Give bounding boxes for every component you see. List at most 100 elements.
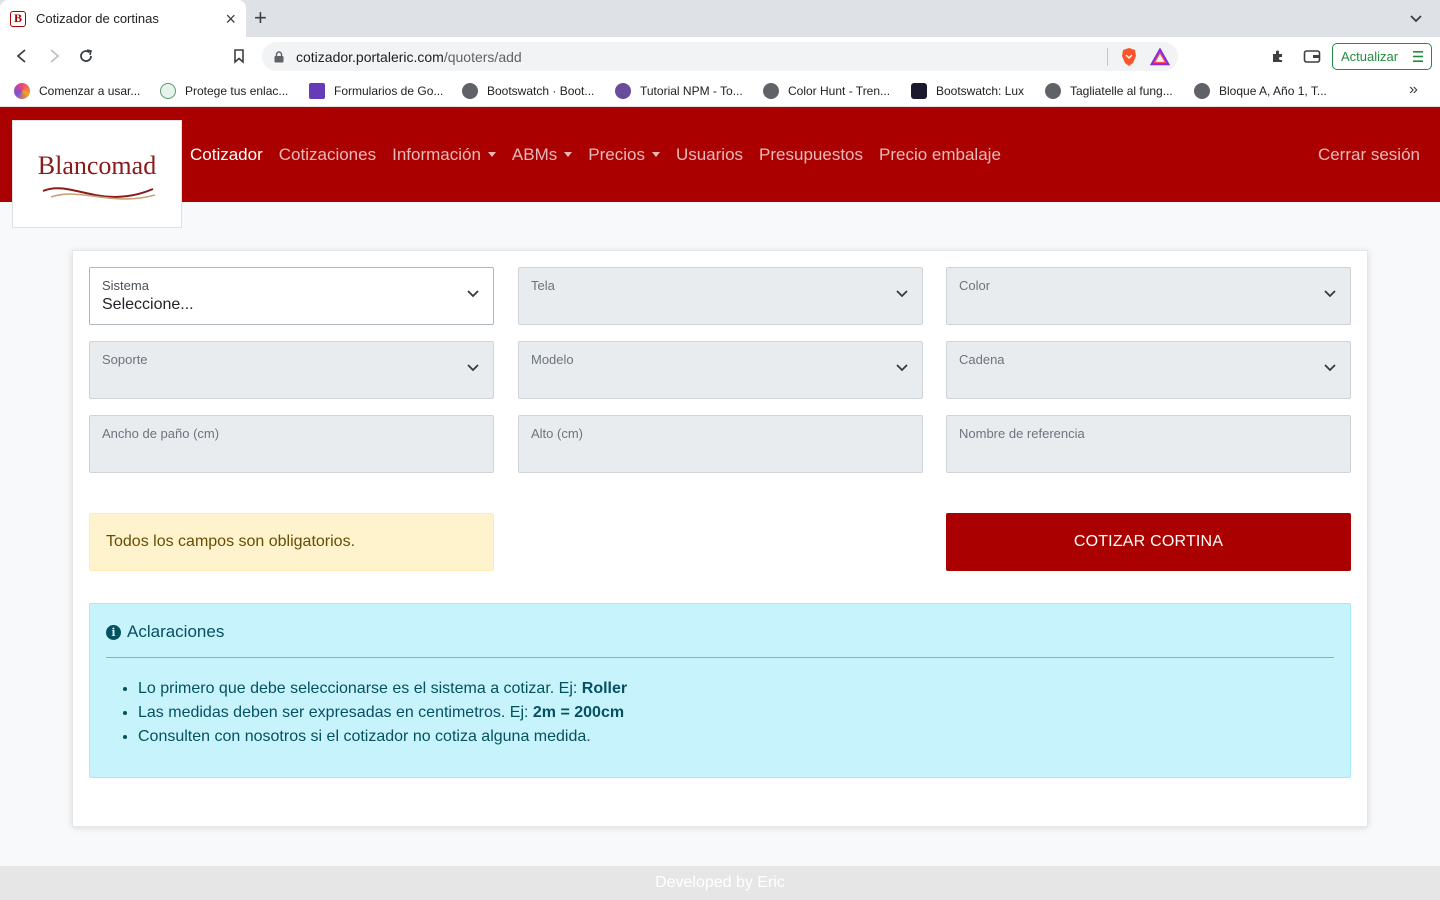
nav-cotizaciones[interactable]: Cotizaciones [279, 145, 376, 165]
field-label: Alto (cm) [531, 426, 583, 441]
bookmark-item[interactable]: Bloque A, Año 1, T... [1194, 81, 1327, 101]
nav-label: ABMs [511, 144, 558, 164]
cotizar-cortina-button[interactable]: COTIZAR CORTINA [946, 513, 1351, 571]
list-item: Las medidas deben ser expresadas en cent… [138, 701, 627, 725]
nav-label: Cotizaciones [278, 144, 377, 164]
url-path: /quoters/add [443, 48, 522, 65]
footer: Developed by Eric [0, 866, 1440, 900]
reload-icon[interactable] [75, 45, 97, 67]
url-host: cotizador.portaleric.com [296, 48, 444, 65]
app-navbar: Blancomad Cotizador Cotizaciones Informa… [0, 107, 1440, 228]
update-button[interactable]: Actualizar [1332, 43, 1432, 70]
brand-logo[interactable]: Blancomad [12, 120, 182, 228]
globe-icon [1194, 83, 1210, 99]
alto-input[interactable]: Alto (cm) [518, 415, 923, 473]
info-alert: i Aclaraciones Lo primero que debe selec… [89, 603, 1351, 778]
item-example: Roller [581, 680, 628, 697]
bookmark-item[interactable]: Color Hunt - Tren... [763, 81, 890, 101]
chevron-down-icon [896, 290, 908, 298]
logout-link[interactable]: Cerrar sesión [1318, 107, 1420, 202]
bookmark-label: Protege tus enlac... [185, 84, 289, 98]
nav-label: Información [392, 144, 481, 164]
bookmark-item[interactable]: Protege tus enlac... [160, 81, 288, 101]
nav-presupuestos[interactable]: Presupuestos [759, 145, 863, 165]
divider [106, 657, 1334, 658]
info-list: Lo primero que debe seleccionarse es el … [138, 677, 627, 749]
field-label: Nombre de referencia [959, 426, 1085, 441]
field-label: Ancho de paño (cm) [102, 426, 220, 441]
bookmark-label: Bloque A, Año 1, T... [1219, 84, 1327, 98]
bookmark-label: Bootswatch: Lux [936, 84, 1025, 98]
field-label: Cadena [959, 352, 1005, 367]
lock-icon [274, 50, 284, 62]
field-label: Modelo [531, 352, 574, 367]
address-bar[interactable]: cotizador.portaleric.com/quoters/add [262, 42, 1178, 71]
soporte-select[interactable]: Soporte [89, 341, 494, 399]
bookmark-item[interactable]: Bootswatch · Boot... [462, 81, 594, 101]
wallet-icon[interactable] [1301, 45, 1323, 67]
bookmark-item[interactable]: Formularios de Go... [309, 81, 443, 101]
color-select[interactable]: Color [946, 267, 1351, 325]
tab-search-chevron-icon[interactable] [1408, 12, 1424, 26]
nav-label: Usuarios [675, 144, 744, 164]
modelo-select[interactable]: Modelo [518, 341, 923, 399]
tab-close-icon[interactable]: × [225, 10, 236, 28]
more-bookmarks-icon[interactable]: » [1409, 81, 1418, 99]
chevron-down-icon [467, 290, 479, 298]
info-title: Aclaraciones [127, 622, 225, 641]
logo-swoosh-icon [42, 187, 156, 200]
caret-down-icon [564, 152, 573, 157]
item-text: Lo primero que debe seleccionarse es el … [138, 680, 582, 697]
browser-tabstrip: B Cotizador de cortinas × + [0, 0, 1440, 37]
bookmark-item[interactable]: Bootswatch: Lux [911, 81, 1024, 101]
sistema-select[interactable]: Sistema Seleccione... [89, 267, 494, 325]
field-value: Seleccione... [102, 296, 194, 313]
globe-icon [1045, 83, 1061, 99]
site-favicon-icon: B [10, 10, 26, 27]
extensions-icon[interactable] [1267, 45, 1289, 67]
chevron-down-icon [467, 364, 479, 372]
list-item: Lo primero que debe seleccionarse es el … [138, 677, 627, 701]
bookmark-label: Tagliatelle al fung... [1070, 84, 1173, 98]
nav-usuarios[interactable]: Usuarios [676, 145, 743, 165]
nav-precio-embalaje[interactable]: Precio embalaje [879, 145, 1001, 165]
nav-links: Cotizador Cotizaciones Información ABMs … [190, 107, 1017, 202]
nav-label: Cotizador [190, 144, 263, 164]
bookmark-item[interactable]: Tutorial NPM - To... [615, 81, 743, 101]
bookmark-label: Comenzar a usar... [39, 84, 141, 98]
tab-title: Cotizador de cortinas [36, 11, 159, 26]
globe-icon [462, 83, 478, 99]
item-example: 2m = 200cm [532, 704, 625, 721]
chevron-down-icon [1324, 364, 1336, 372]
bookmark-item[interactable]: Comenzar a usar... [14, 81, 140, 101]
browser-tab[interactable]: B Cotizador de cortinas × [0, 0, 246, 37]
caret-down-icon [487, 152, 496, 157]
forward-icon[interactable] [43, 45, 65, 67]
item-text: Las medidas deben ser expresadas en cent… [138, 704, 533, 721]
bookmark-icon[interactable] [228, 45, 250, 67]
bookmark-label: Tutorial NPM - To... [640, 84, 743, 98]
bookmark-item[interactable]: Tagliatelle al fung... [1045, 81, 1173, 101]
list-item: Consulten con nosotros si el cotizador n… [138, 725, 627, 749]
nav-abms-dropdown[interactable]: ABMs [511, 144, 573, 165]
brave-shields-icon[interactable] [1120, 47, 1138, 67]
field-label: Soporte [102, 352, 148, 367]
chevron-down-icon [896, 364, 908, 372]
forms-icon [309, 83, 325, 99]
brave-rewards-icon[interactable] [1150, 48, 1170, 66]
nav-label: Precio embalaje [879, 144, 1001, 164]
nav-cotizador[interactable]: Cotizador [190, 145, 263, 165]
browser-toolbar: cotizador.portaleric.com/quoters/add Act… [0, 37, 1440, 75]
nav-precios-dropdown[interactable]: Precios [588, 145, 660, 165]
bootswatch-icon [911, 83, 927, 99]
nav-informacion-dropdown[interactable]: Información [392, 145, 496, 165]
nombre-referencia-input[interactable]: Nombre de referencia [946, 415, 1351, 473]
bookmark-label: Color Hunt - Tren... [788, 84, 891, 98]
ancho-input[interactable]: Ancho de paño (cm) [89, 415, 494, 473]
bookmark-label: Bootswatch · Boot... [487, 84, 595, 98]
cadena-select[interactable]: Cadena [946, 341, 1351, 399]
new-tab-icon[interactable]: + [254, 7, 267, 29]
back-icon[interactable] [11, 45, 33, 67]
tela-select[interactable]: Tela [518, 267, 923, 325]
globe-icon [763, 83, 779, 99]
